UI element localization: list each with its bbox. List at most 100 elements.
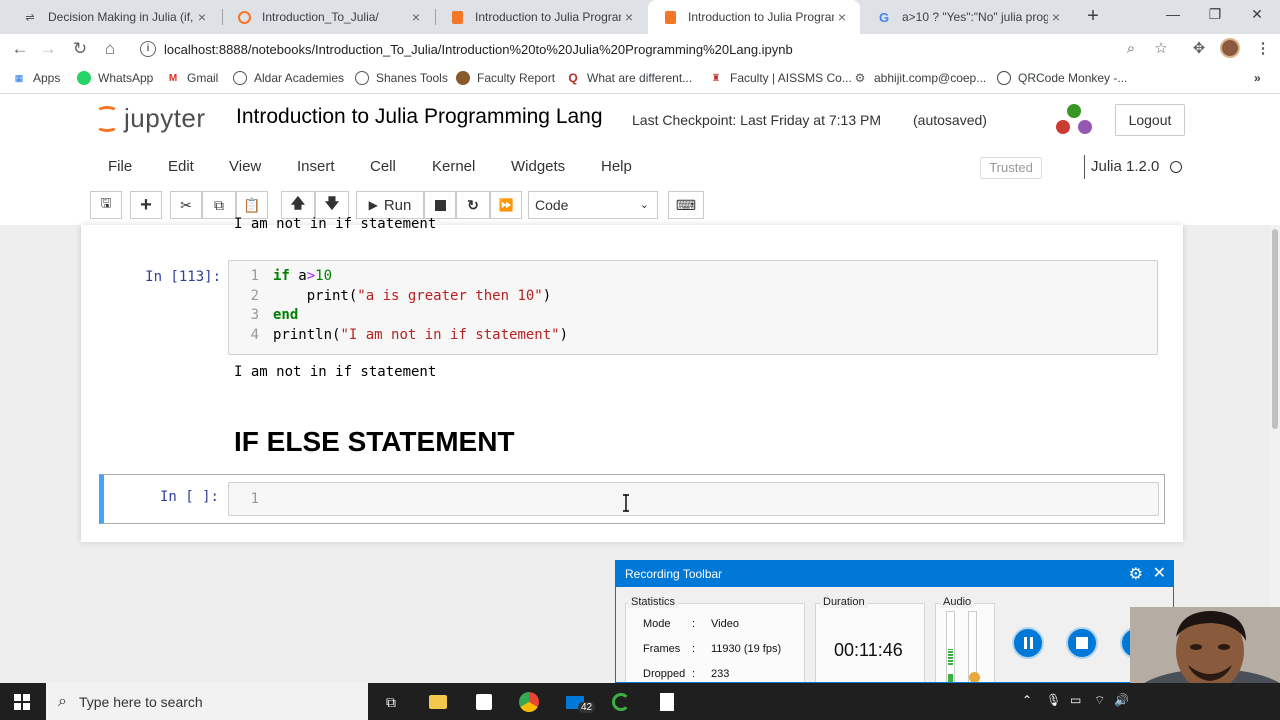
minimize-button[interactable]: — bbox=[1150, 0, 1196, 30]
extensions-puzzle-icon[interactable]: ✥ bbox=[1188, 38, 1210, 60]
back-arrow-icon[interactable]: ← bbox=[8, 37, 32, 61]
bookmark-quora[interactable]: Q What are different... bbox=[566, 71, 692, 85]
bookmark-label: Apps bbox=[33, 71, 61, 85]
text-cursor-icon bbox=[623, 494, 629, 512]
microphone-icon[interactable]: 🎙 bbox=[1046, 693, 1061, 707]
duration-value: 00:11:46 bbox=[834, 640, 903, 660]
task-view-icon[interactable]: ⧉ bbox=[380, 691, 402, 713]
chrome-icon[interactable] bbox=[518, 691, 540, 713]
close-icon[interactable]: ✕ bbox=[1153, 563, 1166, 583]
menu-help[interactable]: Help bbox=[601, 158, 632, 175]
bookmark-qrcode-monkey[interactable]: QRCode Monkey -... bbox=[997, 71, 1127, 85]
stop-button[interactable] bbox=[1066, 627, 1098, 659]
document-icon[interactable] bbox=[656, 691, 678, 713]
copy-button[interactable]: ⧉ bbox=[202, 191, 236, 219]
address-bar[interactable]: i localhost:8888/notebooks/Introduction_… bbox=[140, 38, 1200, 60]
cell-type-select[interactable]: Code ⌄ bbox=[528, 191, 658, 219]
save-button[interactable]: 🖫 bbox=[90, 191, 122, 219]
bookmark-faculty-aissms[interactable]: ♜ Faculty | AISSMS Co... bbox=[709, 71, 852, 85]
recorder-app-icon[interactable] bbox=[610, 691, 632, 713]
forward-arrow-icon[interactable]: → bbox=[36, 37, 60, 61]
command-palette-button[interactable]: ⌨ bbox=[668, 191, 704, 219]
code-line: 3 end bbox=[229, 307, 1157, 326]
code-line: 1 if a>10 bbox=[229, 268, 1157, 287]
insert-cell-button[interactable]: + bbox=[130, 191, 162, 219]
arrow-up-icon: 🡅 bbox=[290, 195, 306, 211]
close-window-button[interactable]: ✕ bbox=[1234, 0, 1280, 30]
bookmark-aldar[interactable]: Aldar Academies bbox=[233, 71, 344, 85]
browser-tab[interactable]: Introduction_To_Julia/ × bbox=[222, 0, 434, 34]
scrollbar-thumb[interactable] bbox=[1272, 229, 1278, 429]
site-info-icon[interactable]: i bbox=[140, 41, 156, 57]
jupyter-header: jupyter Introduction to Julia Programmin… bbox=[0, 95, 1280, 225]
tab-close-icon[interactable]: × bbox=[194, 9, 210, 25]
bookmark-faculty-report[interactable]: Faculty Report bbox=[456, 71, 555, 85]
tab-close-icon[interactable]: × bbox=[834, 9, 850, 25]
statistics-label: Statistics bbox=[628, 596, 679, 608]
logout-button[interactable]: Logout bbox=[1115, 104, 1185, 136]
interrupt-button[interactable] bbox=[424, 191, 456, 219]
tab-close-icon[interactable]: × bbox=[408, 9, 424, 25]
microsoft-store-icon[interactable] bbox=[473, 691, 495, 713]
new-tab-button[interactable]: + bbox=[1082, 5, 1104, 27]
stop-icon bbox=[434, 199, 446, 211]
gear-icon: ⚙ bbox=[854, 71, 866, 85]
tray-expand-icon[interactable]: ⌃ bbox=[1022, 693, 1032, 707]
notebook-title[interactable]: Introduction to Julia Programming Lang bbox=[236, 105, 603, 129]
bookmark-star-icon[interactable]: ☆ bbox=[1150, 38, 1172, 60]
tab-title: Introduction to Julia Programm bbox=[475, 10, 621, 24]
taskbar-search-box[interactable]: ⌕ Type here to search bbox=[46, 683, 368, 720]
keyboard-icon: ⌨ bbox=[675, 196, 697, 213]
line-number: 1 bbox=[250, 491, 259, 507]
restart-run-all-button[interactable]: ⏩ bbox=[490, 191, 522, 219]
pause-button[interactable] bbox=[1012, 627, 1044, 659]
browser-tab[interactable]: ⇌ Decision Making in Julia (if, if-el × bbox=[8, 0, 220, 34]
bookmark-whatsapp[interactable]: WhatsApp bbox=[77, 71, 153, 85]
bookmark-shanes-tools[interactable]: Shanes Tools bbox=[355, 71, 448, 85]
profile-avatar[interactable] bbox=[1220, 38, 1240, 58]
bookmarks-overflow-icon[interactable]: » bbox=[1254, 71, 1261, 85]
menu-kernel[interactable]: Kernel bbox=[432, 158, 475, 175]
cell-output: I am not in if statement bbox=[234, 364, 437, 380]
trusted-indicator[interactable]: Trusted bbox=[980, 157, 1042, 179]
wifi-icon[interactable]: ⌔ bbox=[1094, 693, 1105, 708]
windows-start-icon[interactable] bbox=[14, 694, 30, 710]
kernel-idle-indicator-icon bbox=[1170, 161, 1182, 173]
bookmark-gmail[interactable]: M Gmail bbox=[166, 71, 219, 85]
markdown-heading[interactable]: IF ELSE STATEMENT bbox=[234, 426, 515, 458]
restore-button[interactable]: ❐ bbox=[1192, 0, 1238, 30]
reload-icon[interactable]: ↻ bbox=[68, 37, 92, 61]
tab-close-icon[interactable]: × bbox=[1048, 9, 1064, 25]
code-cell-editor[interactable]: 1 bbox=[228, 482, 1159, 516]
menu-insert[interactable]: Insert bbox=[297, 158, 335, 175]
audio-volume-slider[interactable] bbox=[968, 611, 980, 682]
browser-tab[interactable]: G a>10 ? "Yes":"No" julia progra × bbox=[862, 0, 1074, 34]
selected-code-cell[interactable]: In [ ]: 1 bbox=[99, 474, 1165, 524]
home-icon[interactable]: ⌂ bbox=[98, 37, 122, 61]
tab-close-icon[interactable]: × bbox=[621, 9, 637, 25]
settings-gear-icon[interactable]: ⚙ bbox=[1129, 564, 1143, 584]
code-cell-editor[interactable]: 1 if a>10 2 print("a is greater then 10"… bbox=[228, 260, 1158, 355]
bookmark-coep[interactable]: ⚙ abhijit.comp@coep... bbox=[853, 71, 987, 85]
cut-button[interactable]: ✂ bbox=[170, 191, 202, 219]
jupyter-logo[interactable]: jupyter bbox=[96, 103, 206, 134]
run-button[interactable]: ▶ Run bbox=[356, 191, 424, 219]
volume-icon[interactable]: 🔊 bbox=[1114, 693, 1129, 707]
menu-view[interactable]: View bbox=[229, 158, 261, 175]
paste-button[interactable]: 📋 bbox=[236, 191, 268, 219]
move-down-button[interactable]: 🡇 bbox=[315, 191, 349, 219]
move-up-button[interactable]: 🡅 bbox=[281, 191, 315, 219]
file-explorer-icon[interactable] bbox=[427, 691, 449, 713]
bookmark-apps[interactable]: ▦ Apps bbox=[12, 71, 61, 85]
menu-edit[interactable]: Edit bbox=[168, 158, 194, 175]
browser-tab-active[interactable]: Introduction to Julia Programm × bbox=[648, 0, 860, 34]
zoom-icon[interactable]: ⌕ bbox=[1120, 38, 1142, 60]
browser-menu-icon[interactable]: ⋮ bbox=[1252, 38, 1274, 60]
menu-file[interactable]: File bbox=[108, 158, 132, 175]
stop-icon bbox=[1076, 637, 1088, 649]
menu-widgets[interactable]: Widgets bbox=[511, 158, 565, 175]
battery-icon[interactable]: ▭ bbox=[1070, 693, 1081, 707]
restart-button[interactable]: ↻ bbox=[456, 191, 490, 219]
menu-cell[interactable]: Cell bbox=[370, 158, 396, 175]
browser-tab[interactable]: Introduction to Julia Programm × bbox=[435, 0, 647, 34]
